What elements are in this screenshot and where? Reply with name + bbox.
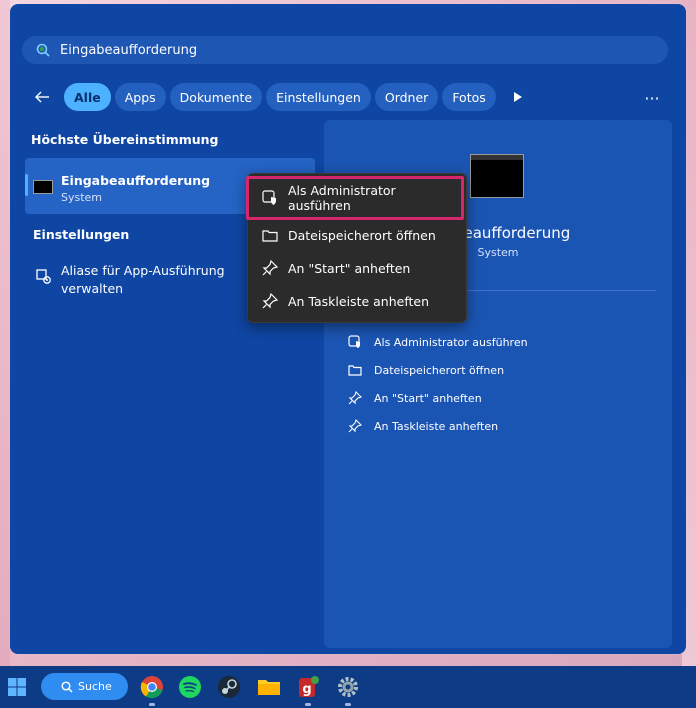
taskbar: Suche g	[0, 666, 696, 708]
app-settings-icon	[36, 269, 51, 284]
spotify-icon[interactable]	[178, 675, 202, 699]
command-prompt-icon	[33, 180, 53, 194]
filter-chip-einstellungen[interactable]: Einstellungen	[266, 83, 371, 111]
running-indicator	[149, 703, 155, 706]
context-menu-run-as-admin[interactable]: Als Administrator ausführen	[252, 182, 462, 214]
taskbar-search-button[interactable]: Suche	[41, 673, 128, 700]
pin-icon	[348, 391, 362, 405]
chrome-icon[interactable]	[140, 675, 164, 699]
detail-action-label: An Taskleiste anheften	[374, 419, 499, 433]
settings-result-label: Aliase für App-Ausführung verwalten	[61, 263, 225, 296]
search-input[interactable]	[58, 41, 622, 59]
shield-app-icon	[348, 335, 360, 348]
best-match-heading: Höchste Übereinstimmung	[31, 132, 219, 147]
filter-chip-ordner[interactable]: Ordner	[374, 83, 439, 111]
detail-action-label: Als Administrator ausführen	[374, 335, 528, 349]
wallpaper-left	[0, 0, 10, 708]
detail-action-open-location[interactable]: Dateispeicherort öffnen	[348, 356, 528, 384]
command-prompt-large-icon	[470, 154, 524, 198]
context-menu: Als Administrator ausführen Dateispeiche…	[246, 173, 467, 323]
arrow-left-icon	[35, 91, 49, 103]
selection-accent	[25, 174, 28, 196]
running-indicator	[305, 703, 311, 706]
context-menu-label: An "Start" anheften	[288, 260, 411, 276]
shield-app-icon	[262, 190, 276, 205]
pin-icon	[262, 260, 278, 276]
play-icon	[513, 92, 522, 102]
detail-action-pin-start[interactable]: An "Start" anheften	[348, 384, 528, 412]
detail-action-list: Als Administrator ausführen Dateispeiche…	[348, 328, 528, 440]
best-match-title: Eingabeaufforderung	[61, 173, 211, 188]
filter-chip-apps[interactable]: Apps	[114, 83, 166, 111]
back-button[interactable]	[28, 83, 56, 111]
more-options-button[interactable]: ···	[638, 84, 666, 112]
settings-heading: Einstellungen	[33, 227, 130, 242]
greenshot-icon[interactable]: g	[296, 675, 320, 699]
windows-search-panel: Alle Apps Dokumente Einstellungen Ordner…	[10, 4, 686, 654]
folder-icon	[262, 230, 278, 242]
context-menu-pin-taskbar[interactable]: An Taskleiste anheften	[252, 285, 462, 317]
search-icon	[61, 680, 73, 693]
detail-action-run-as-admin[interactable]: Als Administrator ausführen	[348, 328, 528, 356]
filter-chip-alle[interactable]: Alle	[64, 83, 111, 111]
steam-icon[interactable]	[217, 675, 241, 699]
detail-action-pin-taskbar[interactable]: An Taskleiste anheften	[348, 412, 528, 440]
svg-text:g: g	[302, 682, 311, 697]
running-indicator	[345, 703, 351, 706]
filter-chip-fotos[interactable]: Fotos	[442, 83, 496, 111]
more-filters-button[interactable]	[508, 83, 528, 111]
context-menu-label: An Taskleiste anheften	[288, 293, 430, 309]
filter-bar: Alle Apps Dokumente Einstellungen Ordner…	[28, 81, 528, 113]
filter-chip-dokumente[interactable]: Dokumente	[169, 83, 263, 111]
search-box[interactable]	[22, 36, 668, 64]
detail-action-label: An "Start" anheften	[374, 391, 482, 405]
detail-action-label: Dateispeicherort öffnen	[374, 363, 505, 377]
search-icon	[36, 43, 50, 57]
pin-icon	[262, 293, 278, 309]
windows-start-icon[interactable]	[7, 677, 27, 697]
context-menu-label: Dateispeicherort öffnen	[288, 227, 436, 243]
context-menu-label: Als Administrator ausführen	[287, 183, 396, 213]
taskbar-search-label: Suche	[78, 680, 112, 693]
settings-icon[interactable]	[336, 675, 360, 699]
best-match-subtitle: System	[61, 191, 103, 204]
context-menu-open-location[interactable]: Dateispeicherort öffnen	[252, 219, 462, 251]
context-menu-pin-start[interactable]: An "Start" anheften	[252, 252, 462, 284]
pin-icon	[348, 419, 362, 433]
folder-icon	[348, 365, 362, 376]
file-explorer-icon[interactable]	[257, 675, 281, 699]
